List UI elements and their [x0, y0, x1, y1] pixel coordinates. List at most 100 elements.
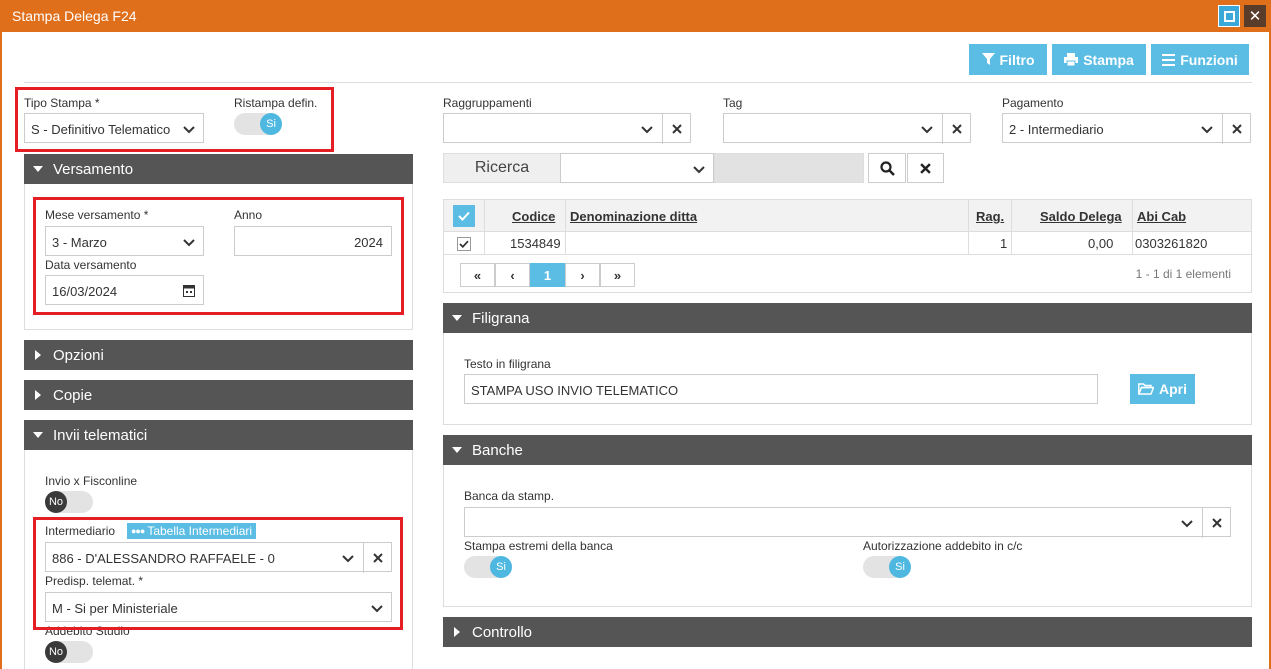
cell-saldo: 0,00 [1088, 236, 1114, 251]
row-checkbox[interactable] [457, 237, 471, 251]
pager-page-button[interactable]: 1 [530, 263, 565, 287]
stampa-estremi-label: Stampa estremi della banca [464, 539, 613, 553]
highlight-box-intermediario [33, 517, 403, 630]
functions-button-label: Funzioni [1180, 51, 1238, 68]
addebito-studio-toggle[interactable]: No [45, 641, 93, 663]
banche-panel-header[interactable]: Banche [443, 435, 1252, 465]
filter-icon [981, 53, 995, 65]
maximize-icon [1223, 10, 1235, 22]
close-button[interactable]: ✕ [1244, 5, 1266, 27]
maximize-button[interactable] [1218, 5, 1240, 27]
opzioni-panel-header[interactable]: Opzioni [24, 340, 413, 370]
search-icon [879, 160, 895, 176]
testo-filigrana-label: Testo in filigrana [464, 357, 551, 371]
apri-button[interactable]: Apri [1130, 374, 1195, 404]
autorizzazione-addebito-toggle-knob: Si [889, 556, 911, 578]
tag-select[interactable] [723, 113, 971, 144]
raggruppamenti-label: Raggruppamenti [443, 96, 532, 110]
caret-right-icon [35, 390, 41, 400]
printer-icon [1064, 53, 1079, 66]
cell-rag: 1 [1000, 236, 1008, 251]
checkbox-icon [458, 211, 470, 221]
copie-panel-header[interactable]: Copie [24, 380, 413, 410]
clear-icon [920, 162, 931, 174]
testo-filigrana-value: STAMPA USO INVIO TELEMATICO [471, 383, 679, 398]
column-header-codice[interactable]: Codice [512, 209, 555, 224]
search-clear-button[interactable] [907, 153, 944, 183]
menu-icon [1162, 53, 1176, 66]
addebito-studio-toggle-knob: No [45, 641, 67, 663]
column-header-saldo-delega[interactable]: Saldo Delega [1040, 209, 1122, 224]
autorizzazione-addebito-label: Autorizzazione addebito in c/c [863, 539, 1023, 553]
fisconline-toggle-knob: No [45, 491, 67, 513]
pager-prev-button[interactable]: ‹ [495, 263, 530, 287]
pager-last-button[interactable]: » [600, 263, 635, 287]
raggruppamenti-select[interactable] [443, 113, 691, 144]
pagamento-select[interactable]: 2 - Intermediario [1002, 113, 1251, 144]
table-row[interactable]: 1534849 1 0,00 0303261820 [444, 232, 1251, 255]
fisconline-toggle[interactable]: No [45, 491, 93, 513]
column-header-abi-cab[interactable]: Abi Cab [1137, 209, 1186, 224]
versamento-panel-title: Versamento [53, 161, 134, 178]
stampa-estremi-toggle-knob: Si [490, 556, 512, 578]
clear-icon [671, 124, 682, 134]
pager-info: 1 - 1 di 1 elementi [1135, 267, 1231, 281]
caret-down-icon [33, 166, 43, 172]
pagamento-clear-button[interactable] [1222, 114, 1250, 144]
search-button[interactable] [868, 153, 906, 183]
chevron-down-icon [1181, 520, 1193, 528]
chevron-down-icon [921, 126, 933, 134]
deleghe-grid: Codice Denominazione ditta Rag. Saldo De… [443, 199, 1252, 293]
clear-icon [951, 124, 962, 134]
pagamento-value: 2 - Intermediario [1009, 122, 1104, 137]
banca-da-stamp-label: Banca da stamp. [464, 489, 555, 503]
select-all-checkbox[interactable] [453, 205, 475, 227]
apri-button-label: Apri [1159, 381, 1187, 397]
window-title: Stampa Delega F24 [12, 8, 137, 24]
checkbox-icon [459, 240, 469, 248]
cell-codice: 1534849 [510, 236, 561, 251]
chevron-down-icon [641, 126, 653, 134]
folder-open-icon [1138, 383, 1154, 395]
window: Stampa Delega F24 ✕ Filtro Stampa Funzio… [0, 0, 1271, 669]
fisconline-label: Invio x Fisconline [45, 474, 138, 488]
pagamento-label: Pagamento [1002, 96, 1064, 110]
functions-button[interactable]: Funzioni [1151, 44, 1249, 75]
controllo-panel-header[interactable]: Controllo [443, 617, 1252, 647]
pager-next-button[interactable]: › [565, 263, 600, 287]
caret-right-icon [454, 627, 460, 637]
ricerca-text-input[interactable] [714, 153, 864, 183]
filigrana-panel-title: Filigrana [472, 310, 530, 327]
raggruppamenti-clear-button[interactable] [662, 114, 690, 144]
toolbar-divider [24, 82, 1252, 83]
chevron-down-icon [1201, 126, 1213, 134]
caret-down-icon [452, 315, 462, 321]
clear-icon [1231, 124, 1242, 134]
pager-first-button[interactable]: « [460, 263, 495, 287]
highlight-box-versamento [33, 197, 404, 315]
print-button[interactable]: Stampa [1052, 44, 1146, 75]
print-button-label: Stampa [1083, 51, 1134, 68]
ricerca-label: Ricerca [443, 153, 561, 183]
ricerca-select[interactable] [560, 153, 714, 183]
caret-right-icon [35, 350, 41, 360]
cell-abi-cab: 0303261820 [1135, 236, 1208, 251]
banca-clear-button[interactable] [1202, 508, 1230, 538]
autorizzazione-addebito-toggle[interactable]: Si [863, 556, 911, 578]
testo-filigrana-input[interactable]: STAMPA USO INVIO TELEMATICO [464, 374, 1098, 404]
invii-telematici-panel-title: Invii telematici [53, 427, 148, 444]
column-header-denominazione[interactable]: Denominazione ditta [570, 209, 697, 224]
filigrana-panel-header[interactable]: Filigrana [443, 303, 1252, 333]
banca-da-stamp-select[interactable] [464, 507, 1231, 538]
filter-button[interactable]: Filtro [969, 44, 1047, 75]
versamento-panel-header[interactable]: Versamento [24, 154, 413, 184]
stampa-estremi-toggle[interactable]: Si [464, 556, 512, 578]
caret-down-icon [452, 447, 462, 453]
invii-telematici-panel-header[interactable]: Invii telematici [24, 420, 413, 450]
tag-clear-button[interactable] [942, 114, 970, 144]
opzioni-panel-title: Opzioni [53, 347, 104, 364]
tag-label: Tag [723, 96, 743, 110]
banche-panel-title: Banche [472, 442, 523, 459]
column-header-rag[interactable]: Rag. [976, 209, 1004, 224]
highlight-box-tipo-stampa [15, 87, 334, 152]
